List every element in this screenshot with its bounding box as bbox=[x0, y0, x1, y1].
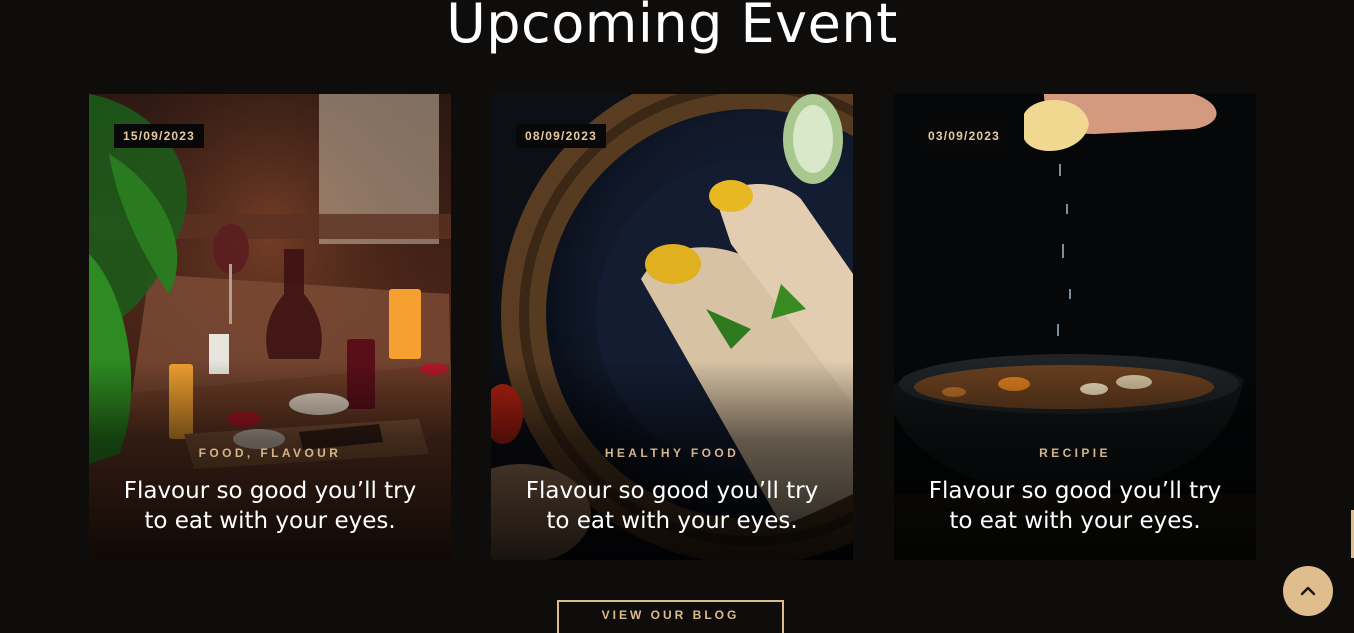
scroll-to-top-button[interactable] bbox=[1283, 566, 1333, 616]
card-title[interactable]: Flavour so good you’ll try to eat with y… bbox=[113, 476, 427, 536]
card-title[interactable]: Flavour so good you’ll try to eat with y… bbox=[918, 476, 1232, 536]
card-category[interactable]: FOOD, FLAVOUR bbox=[89, 446, 451, 460]
view-blog-label: VIEW OUR BLOG bbox=[601, 608, 740, 622]
date-badge: 08/09/2023 bbox=[516, 124, 607, 148]
event-card[interactable]: 08/09/2023 HEALTHY FOOD Flavour so good … bbox=[491, 94, 853, 560]
event-card[interactable]: 15/09/2023 FOOD, FLAVOUR Flavour so good… bbox=[89, 94, 451, 560]
view-blog-button[interactable]: VIEW OUR BLOG bbox=[557, 600, 784, 633]
card-category[interactable]: RECIPIE bbox=[894, 446, 1256, 460]
card-title[interactable]: Flavour so good you’ll try to eat with y… bbox=[515, 476, 829, 536]
card-category[interactable]: HEALTHY FOOD bbox=[491, 446, 853, 460]
date-badge: 03/09/2023 bbox=[919, 124, 1010, 148]
section-title: Upcoming Event bbox=[446, 0, 898, 55]
chevron-up-icon bbox=[1300, 586, 1316, 596]
event-card[interactable]: 03/09/2023 RECIPIE Flavour so good you’l… bbox=[894, 94, 1256, 560]
date-badge: 15/09/2023 bbox=[114, 124, 205, 148]
